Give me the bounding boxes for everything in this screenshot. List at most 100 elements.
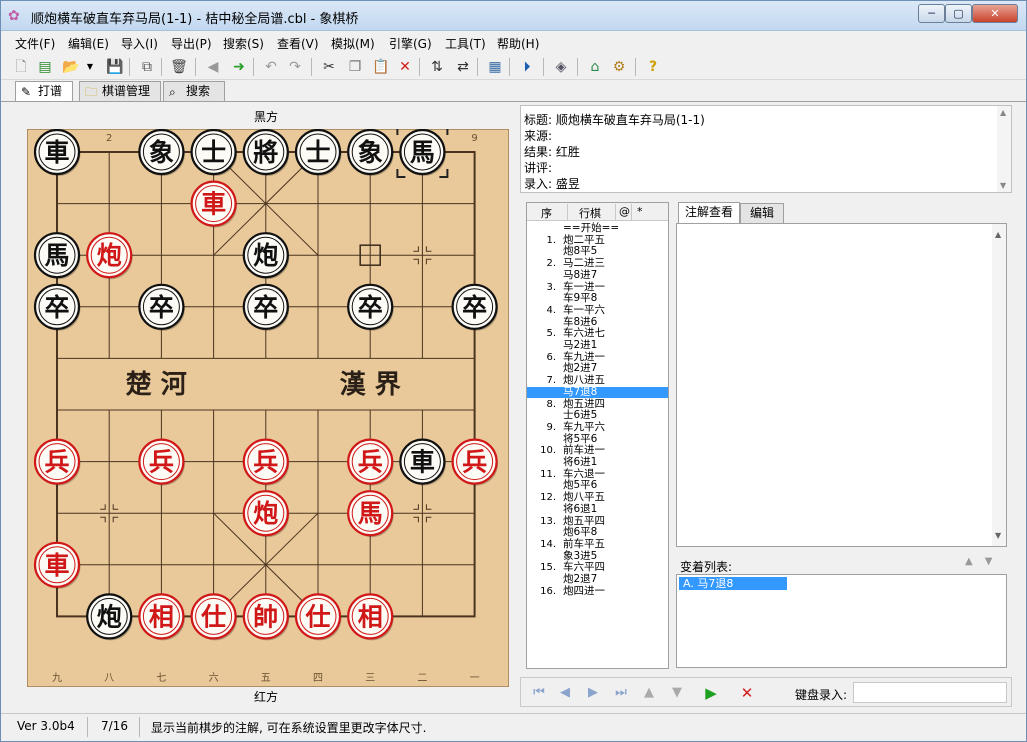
move-row[interactable]: 15. 车六平四 [527,562,668,574]
menu-search[interactable]: 搜索(S) [223,35,264,52]
tab-edit-notes[interactable]: 编辑 [740,203,784,223]
move-row[interactable]: 7. 炮八进五 [527,374,668,387]
stop-icon[interactable]: ✕ [737,683,757,703]
delete-icon[interactable]: 🗑 [169,57,189,77]
tab-manage[interactable]: 🗀 棋谱管理 [79,81,161,101]
move-row[interactable]: 炮2退7 [527,573,668,586]
copy-icon[interactable]: ❐ [345,57,365,77]
menu-export[interactable]: 导出(P) [171,35,212,52]
keyboard-input[interactable] [853,682,1007,703]
info-scrollbar[interactable]: ▲ ▼ [997,106,1011,192]
title-bar[interactable]: ✿ 顺炮横车破直车弃马局(1-1) - 桔中秘全局谱.cbl - 象棋桥 ─ ▢… [1,1,1026,31]
prev-move-icon[interactable]: ◀ [555,683,575,703]
move-row[interactable]: 13. 炮五平四 [527,515,668,528]
scroll-down-icon[interactable]: ▼ [995,531,1001,540]
variation-item[interactable]: A. 马7退8 [679,577,787,590]
maximize-button[interactable]: ▢ [945,4,972,23]
tab-view-notes[interactable]: 注解查看 [678,202,740,223]
move-row[interactable]: ==开始== [527,222,668,235]
menu-help[interactable]: 帮助(H) [497,35,539,52]
menu-tools[interactable]: 工具(T) [445,35,486,52]
menu-file[interactable]: 文件(F) [15,35,55,52]
open-icon[interactable]: 📂 [61,57,81,77]
variation-order-arrows[interactable]: ▲▼ [965,556,1004,567]
engine-settings-icon[interactable]: ⚙ [609,57,629,77]
paste-icon[interactable]: 📋 [371,57,391,77]
menu-view[interactable]: 查看(V) [277,35,319,52]
board-icon[interactable]: ▦ [485,57,505,77]
notes-scrollbar[interactable]: ▲ ▼ [992,224,1006,546]
spreadsheet-icon[interactable]: ▤ [35,57,55,77]
piece-char-red: 仕 [200,602,226,631]
window-title: 顺炮横车破直车弃马局(1-1) - 桔中秘全局谱.cbl - 象棋桥 [31,12,359,27]
scroll-down-icon[interactable]: ▼ [1000,181,1006,190]
move-row[interactable]: 马8进7 [527,269,668,282]
help-icon[interactable]: ? [643,57,663,77]
back-icon[interactable]: ◀ [203,57,223,77]
col-at[interactable]: @ [619,205,630,218]
tab-play[interactable]: ✎ 打谱 [15,81,73,102]
move-row[interactable]: 8. 炮五进四 [527,398,668,411]
move-row[interactable]: 12. 炮八平五 [527,491,668,504]
menu-edit[interactable]: 编辑(E) [68,35,109,52]
move-row[interactable]: 14. 前车平五 [527,538,668,551]
engine-icon[interactable]: ⌂ [585,57,605,77]
move-row[interactable]: 将6进1 [527,456,668,469]
close-button[interactable]: ✕ [972,4,1018,23]
move-row[interactable]: 3. 车一进一 [527,281,668,294]
move-row[interactable]: 10. 前车进一 [527,445,668,457]
piece-char-black: 馬 [410,138,435,167]
move-row[interactable]: 4. 车一平六 [527,304,668,317]
piece-char-red: 炮 [253,499,278,528]
move-row[interactable]: 马7退8 [527,386,668,399]
toolbar-separator [477,58,478,76]
dropdown-icon[interactable]: ▼ [85,57,95,77]
move-row[interactable]: 将6退1 [527,503,668,516]
move-row[interactable]: 11. 车六退一 [527,468,668,481]
next-move-icon[interactable]: ▶ [583,683,603,703]
piece-char-black: 馬 [44,241,69,270]
autoplay-icon[interactable]: ▶ [701,683,721,703]
move-row[interactable]: 9. 车九平六 [527,421,668,434]
flip-vertical-icon[interactable]: ⇅ [427,57,447,77]
piece-char-red: 兵 [149,448,174,477]
last-move-icon[interactable]: ⏭ [611,683,631,703]
play-icon[interactable]: ⏵ [517,57,537,77]
new-icon[interactable]: 🗋 [11,57,31,77]
variations-list[interactable]: A. 马7退8 [676,574,1007,668]
redo-icon[interactable]: ↷ [285,57,305,77]
menu-import[interactable]: 导入(I) [121,35,158,52]
cancel-icon[interactable]: ✕ [395,57,415,77]
down-icon[interactable]: ▼ [667,683,687,703]
first-move-icon[interactable]: ⏮ [529,683,549,703]
move-row[interactable]: 2. 马二进三 [527,257,668,270]
tab-search[interactable]: ⌕ 搜索 [163,81,225,101]
minimize-button[interactable]: ─ [918,4,945,23]
move-row[interactable]: 16. 炮四进一 [527,585,668,598]
piece-char-black: 士 [305,138,330,167]
move-row[interactable]: 马2进1 [527,339,668,352]
col-seq[interactable]: 序 [541,205,552,221]
piece-char-red: 兵 [358,448,383,477]
move-row[interactable]: 1. 炮二平五 [527,234,668,247]
xiangqi-board[interactable]: 楚 河漢 界123456789九八七六五四三二一車象士將士象馬車馬炮炮卒卒卒卒卒… [27,129,509,687]
save-icon[interactable]: 💾 [105,57,125,77]
col-star[interactable]: * [637,205,643,218]
toolbar-separator [253,58,254,76]
up-icon[interactable]: ▲ [639,683,659,703]
move-number: 5. [546,328,556,340]
notes-text-area[interactable]: ▲ ▼ [676,223,1007,547]
analyze-icon[interactable]: ◈ [551,57,571,77]
flip-horizontal-icon[interactable]: ⇄ [453,57,473,77]
move-row[interactable]: 5. 车六进七 [527,328,668,340]
menu-engine[interactable]: 引擎(G) [389,35,432,52]
forward-icon[interactable]: ➜ [229,57,249,77]
col-move[interactable]: 行棋 [579,205,601,221]
scroll-up-icon[interactable]: ▲ [995,230,1001,239]
scroll-up-icon[interactable]: ▲ [1000,108,1006,117]
undo-icon[interactable]: ↶ [261,57,281,77]
copy-board-icon[interactable]: ⧉ [137,57,157,77]
move-row[interactable]: 6. 车九进一 [527,351,668,364]
menu-simulate[interactable]: 模拟(M) [331,35,375,52]
cut-icon[interactable]: ✂ [319,57,339,77]
